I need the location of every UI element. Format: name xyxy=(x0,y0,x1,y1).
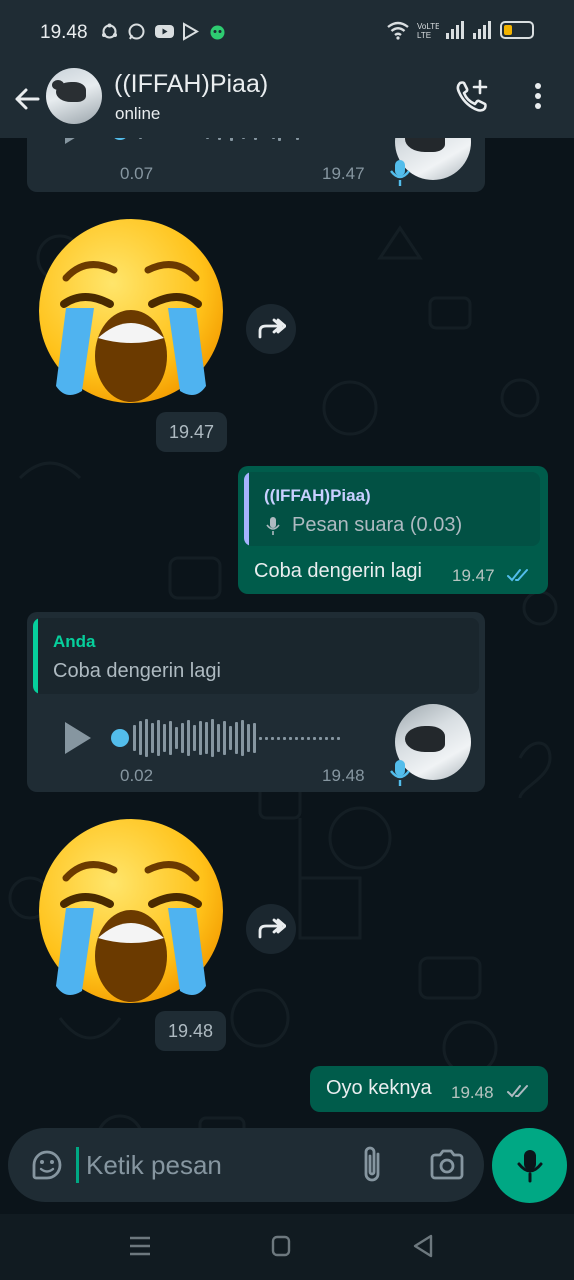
system-icons: VoLTE LTE xyxy=(386,20,534,40)
chat-area[interactable]: 0.07 19.47 19.47 ((IFFAH)Piaa) Pesan sua… xyxy=(0,138,574,1214)
loudly-crying-face-sticker[interactable] xyxy=(36,816,226,1006)
avatar-bird-shape xyxy=(405,726,445,752)
avatar-bird-head xyxy=(52,80,64,90)
camera-icon[interactable] xyxy=(428,1146,466,1184)
contact-status: online xyxy=(115,104,161,123)
voice-waveform xyxy=(133,718,340,758)
voice-duration: 0.07 xyxy=(120,164,154,183)
back-arrow-icon[interactable] xyxy=(12,84,42,114)
chat-header: ((IFFAH)Piaa) online xyxy=(0,62,574,138)
more-options-icon[interactable] xyxy=(528,80,548,112)
delivered-ticks-icon xyxy=(507,1085,528,1098)
voice-waveform xyxy=(133,138,299,152)
quote-text: Coba dengerin lagi xyxy=(53,660,221,682)
whatsapp-icon xyxy=(127,22,146,41)
text-caret xyxy=(76,1147,79,1183)
contact-name[interactable]: ((IFFAH)Piaa) xyxy=(114,70,268,99)
message-text: Oyo keknya xyxy=(326,1077,432,1099)
battery-icon xyxy=(500,21,534,39)
attach-paperclip-icon[interactable] xyxy=(358,1144,388,1186)
sticker-time: 19.48 xyxy=(155,1011,227,1051)
add-call-icon[interactable] xyxy=(454,78,490,114)
avatar-bird-shape xyxy=(405,138,445,152)
sticker-icon[interactable] xyxy=(28,1146,66,1184)
play-store-icon xyxy=(181,22,200,41)
microphone-icon xyxy=(517,1149,542,1182)
svg-text:LTE: LTE xyxy=(417,31,431,40)
back-icon[interactable] xyxy=(412,1234,434,1258)
quoted-message[interactable]: ((IFFAH)Piaa) Pesan suara (0.03) xyxy=(244,472,540,546)
sync-icon xyxy=(100,22,119,41)
message-text: Coba dengerin lagi xyxy=(254,560,422,582)
voice-progress-dot[interactable] xyxy=(111,138,129,140)
quote-sender-name: ((IFFAH)Piaa) xyxy=(264,486,371,505)
message-time: 19.47 xyxy=(452,566,495,585)
mic-small-icon xyxy=(266,517,280,535)
read-ticks-icon xyxy=(507,569,528,582)
system-navigation-bar xyxy=(0,1214,574,1280)
sticker-time: 19.47 xyxy=(156,412,228,452)
mic-badge-icon xyxy=(390,760,410,786)
status-time: 19.48 xyxy=(40,22,88,43)
message-time: 19.47 xyxy=(322,164,365,183)
voice-record-button[interactable] xyxy=(492,1128,567,1203)
home-icon[interactable] xyxy=(271,1235,291,1257)
wifi-icon xyxy=(387,21,409,40)
message-time: 19.48 xyxy=(451,1083,494,1102)
loudly-crying-face-sticker[interactable] xyxy=(36,216,226,406)
forward-button[interactable] xyxy=(246,304,296,354)
notification-icons xyxy=(100,22,227,41)
voice-message-bubble-top[interactable]: 0.07 19.47 xyxy=(27,138,485,192)
game-assistant-icon xyxy=(208,22,227,41)
message-time: 19.48 xyxy=(322,766,365,785)
outgoing-message-bubble[interactable]: Oyo keknya 19.48 xyxy=(310,1066,548,1112)
mic-badge-icon xyxy=(390,160,410,186)
quote-text: Pesan suara (0.03) xyxy=(292,514,463,536)
play-icon[interactable] xyxy=(61,720,95,756)
message-input[interactable] xyxy=(86,1143,336,1187)
quote-accent-bar xyxy=(33,618,38,694)
play-icon[interactable] xyxy=(61,138,95,146)
signal-1-icon xyxy=(446,21,464,39)
voice-progress-dot[interactable] xyxy=(111,729,129,747)
quoted-message[interactable]: Anda Coba dengerin lagi xyxy=(33,618,479,694)
youtube-icon xyxy=(154,22,174,41)
quote-accent-bar xyxy=(244,472,249,546)
incoming-voice-bubble[interactable]: Anda Coba dengerin lagi 0.02 19.48 xyxy=(27,612,485,792)
volte-icon: VoLTELTE xyxy=(417,22,439,40)
message-composer[interactable] xyxy=(8,1128,484,1202)
forward-icon xyxy=(258,318,286,339)
status-bar: 19.48 VoLTE LTE xyxy=(0,0,574,62)
voice-duration: 0.02 xyxy=(120,766,154,785)
forward-button[interactable] xyxy=(246,904,296,954)
forward-icon xyxy=(258,918,286,939)
contact-avatar[interactable] xyxy=(46,68,102,124)
recents-icon[interactable] xyxy=(128,1234,152,1258)
quote-sender-name: Anda xyxy=(53,632,96,651)
svg-text:VoLTE: VoLTE xyxy=(417,22,439,31)
battery-level xyxy=(504,25,512,35)
signal-2-icon xyxy=(473,21,491,39)
outgoing-reply-bubble[interactable]: ((IFFAH)Piaa) Pesan suara (0.03) Coba de… xyxy=(238,466,548,594)
